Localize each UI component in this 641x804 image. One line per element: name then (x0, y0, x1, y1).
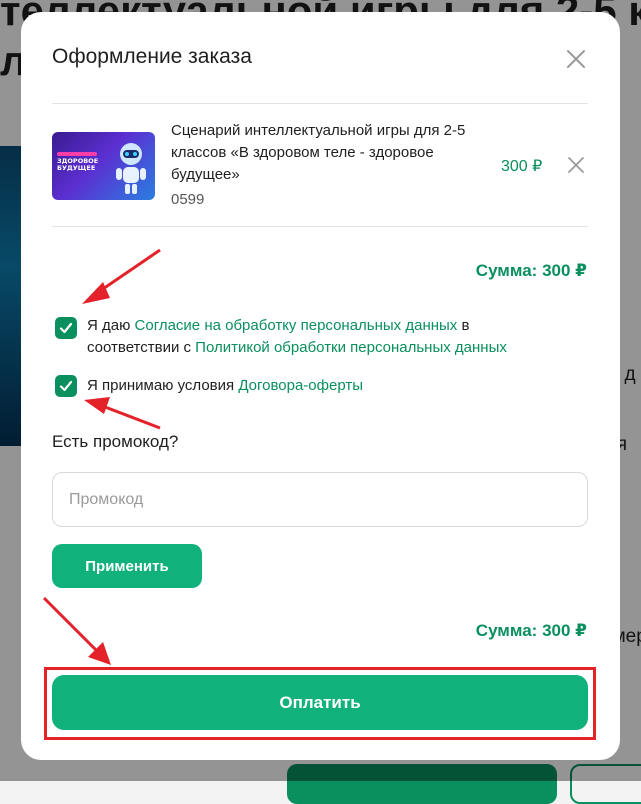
modal-title: Оформление заказа (52, 45, 252, 68)
divider (52, 226, 588, 227)
privacy-policy-link[interactable]: Политикой обработки персональных данных (195, 339, 507, 356)
close-icon[interactable] (564, 47, 588, 71)
divider (52, 103, 588, 104)
product-price: 300 ₽ (501, 158, 543, 175)
offer-link[interactable]: Договора-оферты (238, 377, 363, 394)
product-name: Сценарий интеллектуальной игры для 2-5 к… (171, 122, 466, 183)
highlight-box (44, 667, 596, 740)
order-sum-bottom: Сумма: 300 ₽ (475, 621, 587, 640)
promo-input[interactable] (52, 472, 588, 527)
offer-label: Я принимаю условия Договора-оферты (87, 377, 363, 394)
check-icon (59, 380, 73, 392)
product-thumbnail: ЗДОРОВОЕ БУДУЩЕЕ (52, 132, 155, 200)
robot-icon (116, 143, 146, 194)
consent-label: Я даю Согласие на обработку персональных… (87, 317, 507, 356)
consent-link[interactable]: Согласие на обработку персональных данны… (135, 317, 458, 334)
promo-label: Есть промокод? (52, 432, 179, 451)
offer-checkbox[interactable] (55, 375, 77, 397)
product-code: 0599 (171, 191, 205, 208)
apply-promo-button[interactable]: Применить (52, 544, 202, 588)
check-icon (59, 322, 73, 334)
consent-checkbox[interactable] (55, 317, 77, 339)
remove-item-icon[interactable] (567, 156, 585, 174)
checkout-modal: Оформление заказа ЗДОРОВОЕ БУДУЩЕЕ Сцена… (21, 12, 620, 760)
order-sum: Сумма: 300 ₽ (475, 261, 587, 280)
